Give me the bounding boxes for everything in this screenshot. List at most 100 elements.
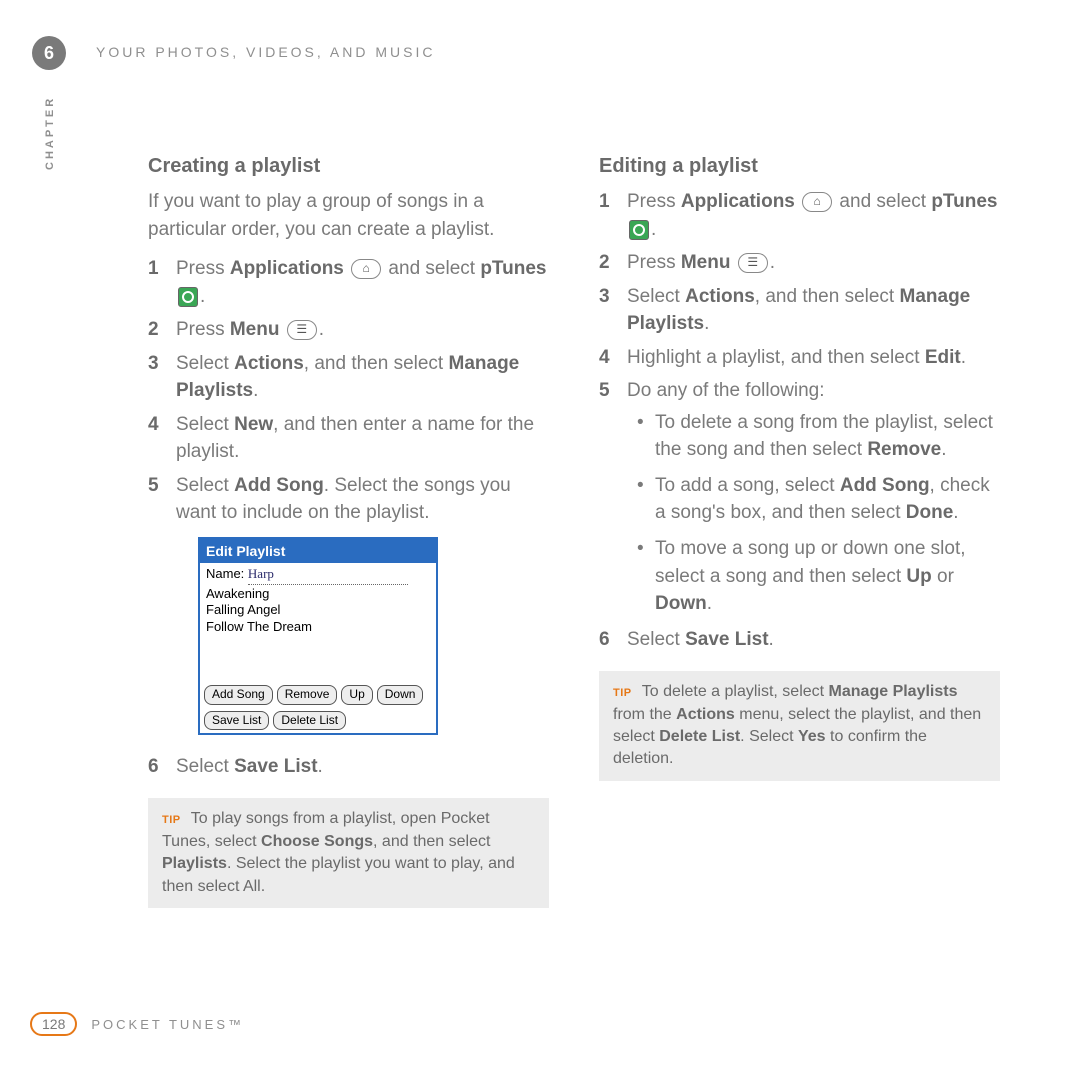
bold-down: Down xyxy=(655,593,707,614)
text: or xyxy=(932,566,954,587)
step-6: Select Save List. xyxy=(148,753,549,781)
bold-actions: Actions xyxy=(676,706,735,723)
column-creating-playlist: Creating a playlist If you want to play … xyxy=(148,155,549,908)
bold-menu: Menu xyxy=(681,252,731,273)
step-1: Press Applications ⌂ and select pTunes . xyxy=(599,188,1000,243)
steps-editing: Press Applications ⌂ and select pTunes .… xyxy=(599,188,1000,653)
btn-up: Up xyxy=(341,685,372,704)
bold-add-song: Add Song xyxy=(234,475,324,496)
bold-up: Up xyxy=(906,566,931,587)
text: , and then select xyxy=(755,286,900,307)
bold-new: New xyxy=(234,414,273,435)
screenshot-button-row-1: Add Song Remove Up Down xyxy=(200,682,436,707)
page-number: 128 xyxy=(30,1012,77,1036)
bullet-remove: To delete a song from the playlist, sele… xyxy=(637,409,1000,464)
btn-add-song: Add Song xyxy=(204,685,273,704)
step-4: Select New, and then enter a name for th… xyxy=(148,411,549,466)
list-item: Awakening xyxy=(206,586,430,602)
menu-icon: ☰ xyxy=(738,253,768,273)
text: . xyxy=(704,313,709,334)
bold-add-song: Add Song xyxy=(840,475,930,496)
step-2: Press Menu ☰. xyxy=(148,316,549,344)
screenshot-name-row: Name: Harp xyxy=(200,563,436,586)
steps-creating: Press Applications ⌂ and select pTunes .… xyxy=(148,255,549,780)
text: . xyxy=(770,252,775,273)
bold-choose-songs: Choose Songs xyxy=(261,833,373,850)
step-3: Select Actions, and then select Manage P… xyxy=(599,283,1000,338)
bold-ptunes: pTunes xyxy=(480,258,546,279)
text: Highlight a playlist, and then select xyxy=(627,347,925,368)
text: Select xyxy=(176,353,234,374)
menu-icon: ☰ xyxy=(287,320,317,340)
text: Select xyxy=(176,756,234,777)
text: Select xyxy=(627,629,685,650)
bold-done: Done xyxy=(906,502,954,523)
text: Press xyxy=(627,191,681,212)
text: To delete a playlist, select xyxy=(638,683,829,700)
name-value: Harp xyxy=(248,565,408,585)
btn-save-list: Save List xyxy=(204,711,269,730)
chapter-vertical-label: CHAPTER xyxy=(44,96,56,170)
text: . Select xyxy=(740,728,798,745)
home-icon: ⌂ xyxy=(351,259,381,279)
btn-delete-list: Delete List xyxy=(273,711,346,730)
text: . xyxy=(961,347,966,368)
text: and select xyxy=(383,258,480,279)
ptunes-icon xyxy=(629,220,649,240)
bold-edit: Edit xyxy=(925,347,961,368)
text: . xyxy=(318,756,323,777)
text: Do any of the following: xyxy=(627,380,825,401)
screenshot-button-row-2: Save List Delete List xyxy=(200,708,436,733)
bold-applications: Applications xyxy=(230,258,344,279)
bold-actions: Actions xyxy=(234,353,304,374)
bold-menu: Menu xyxy=(230,319,280,340)
tip-tag: TIP xyxy=(613,687,632,699)
text: . xyxy=(941,439,946,460)
text: . xyxy=(707,593,712,614)
step-3: Select Actions, and then select Manage P… xyxy=(148,350,549,405)
intro-creating: If you want to play a group of songs in … xyxy=(148,188,549,243)
column-editing-playlist: Editing a playlist Press Applications ⌂ … xyxy=(599,155,1000,908)
heading-creating: Creating a playlist xyxy=(148,155,549,178)
bold-ptunes: pTunes xyxy=(931,191,997,212)
text: . xyxy=(769,629,774,650)
tip-delete-playlist: TIP To delete a playlist, select Manage … xyxy=(599,671,1000,781)
list-item: Falling Angel xyxy=(206,602,430,618)
page-footer: 128 POCKET TUNES™ xyxy=(30,1012,244,1036)
text: Press xyxy=(176,258,230,279)
tip-tag: TIP xyxy=(162,814,181,826)
text: Select xyxy=(176,414,234,435)
step-2: Press Menu ☰. xyxy=(599,249,1000,277)
text: . xyxy=(319,319,324,340)
text: and select xyxy=(834,191,931,212)
step-4: Highlight a playlist, and then select Ed… xyxy=(599,344,1000,372)
bold-save-list: Save List xyxy=(234,756,317,777)
name-label: Name: xyxy=(206,566,248,581)
bold-delete-list: Delete List xyxy=(659,728,740,745)
text: Select xyxy=(176,475,234,496)
bold-yes: Yes xyxy=(798,728,826,745)
bold-save-list: Save List xyxy=(685,629,768,650)
text: . xyxy=(200,286,205,307)
text: . xyxy=(651,219,656,240)
list-item: Follow The Dream xyxy=(206,619,430,635)
btn-remove: Remove xyxy=(277,685,338,704)
btn-down: Down xyxy=(377,685,424,704)
heading-editing: Editing a playlist xyxy=(599,155,1000,178)
chapter-badge: 6 xyxy=(32,36,66,70)
text: from the xyxy=(613,706,676,723)
step-5: Select Add Song. Select the songs you wa… xyxy=(148,472,549,735)
bold-manage-playlists: Manage Playlists xyxy=(829,683,958,700)
text: Press xyxy=(627,252,681,273)
ptunes-icon xyxy=(178,287,198,307)
text: . xyxy=(253,380,258,401)
text: Select xyxy=(627,286,685,307)
step-5: Do any of the following: To delete a son… xyxy=(599,377,1000,617)
text: To add a song, select xyxy=(655,475,840,496)
bold-actions: Actions xyxy=(685,286,755,307)
chapter-header-title: YOUR PHOTOS, VIDEOS, AND MUSIC xyxy=(96,44,435,60)
footer-title: POCKET TUNES™ xyxy=(91,1017,244,1032)
bullet-add: To add a song, select Add Song, check a … xyxy=(637,472,1000,527)
text: . xyxy=(953,502,958,523)
text: Press xyxy=(176,319,230,340)
